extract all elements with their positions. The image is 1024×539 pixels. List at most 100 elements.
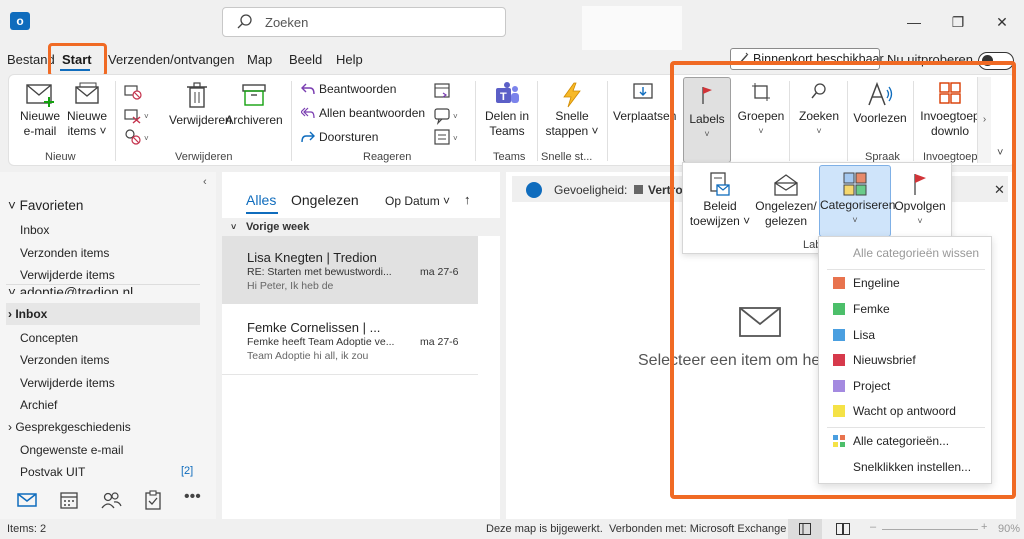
folder-archive[interactable]: Archief	[20, 398, 57, 412]
people-icon[interactable]	[100, 490, 122, 510]
tab-folder[interactable]: Map	[247, 52, 272, 67]
zoom-out-icon[interactable]: –	[870, 521, 876, 533]
tab-send-receive[interactable]: Verzenden/ontvangen	[108, 52, 235, 67]
zoom-level: 90%	[998, 523, 1021, 535]
unread-read-button[interactable]: Ongelezen/ gelezen	[753, 171, 819, 229]
new-items-label-1: Nieuwe	[66, 109, 108, 123]
ignore-icon[interactable]	[123, 81, 151, 101]
labels-button[interactable]: Labels ˅	[683, 77, 731, 163]
junk-icon[interactable]: ˅	[123, 127, 151, 147]
category-swatch	[833, 405, 845, 417]
try-now-toggle[interactable]	[978, 52, 1014, 70]
close-sensitivity-icon[interactable]: ✕	[994, 182, 1005, 198]
minimize-button[interactable]: —	[906, 14, 922, 30]
history-label: Gesprekgeschiedenis	[15, 420, 131, 434]
archive-icon	[242, 84, 266, 106]
category-label: Nieuwsbrief	[853, 353, 916, 367]
folder-inbox[interactable]: › Inbox	[8, 307, 47, 321]
reply-all-button[interactable]: Allen beantwoorden	[301, 103, 425, 123]
cleanup-icon[interactable]: ˅	[123, 105, 151, 125]
folder-fav-deleted[interactable]: Verwijderde items	[20, 268, 115, 282]
folder-drafts[interactable]: Concepten	[20, 331, 78, 345]
sort-by-date-dropdown[interactable]: Op Datum ˅	[385, 194, 450, 208]
folder-fav-sent[interactable]: Verzonden items	[20, 246, 109, 260]
new-items-button[interactable]: Nieuwe items ˅	[65, 81, 109, 139]
folder-deleted[interactable]: Verwijderde items	[20, 376, 115, 390]
folder-outbox[interactable]: Postvak UIT	[20, 465, 85, 479]
close-window-button[interactable]: ✕	[994, 14, 1010, 30]
assign-policy-button[interactable]: Beleid toewijzen ˅	[687, 171, 753, 229]
category-item-lisa[interactable]: Lisa	[819, 323, 991, 347]
category-item-nieuwsbrief[interactable]: Nieuwsbrief	[819, 348, 991, 372]
coming-soon-button[interactable]: Binnenkort beschikbaar	[730, 48, 884, 70]
reply-all-icon	[301, 107, 315, 119]
message-date: ma 27-6	[420, 266, 459, 278]
archive-button[interactable]: Archiveren	[225, 81, 283, 128]
filter-tab-all[interactable]: Alles	[246, 192, 276, 208]
ribbon-scroll-right[interactable]: ›	[977, 77, 991, 163]
delete-label: Verwijderen	[169, 113, 232, 127]
labels-label: Labels	[689, 112, 725, 126]
reading-view-icon[interactable]	[836, 523, 850, 535]
search-input[interactable]	[265, 13, 495, 31]
groups-button[interactable]: Groepen ˅	[735, 81, 787, 139]
folder-junk[interactable]: Ongewenste e-mail	[20, 443, 123, 457]
share-teams-button[interactable]: T Delen in Teams	[481, 81, 533, 139]
move-button[interactable]: Verplaatsen	[613, 81, 676, 124]
reply-button[interactable]: Beantwoorden	[301, 79, 396, 99]
im-reply-icon[interactable]: ˅	[433, 105, 461, 125]
svg-text:˅: ˅	[144, 112, 149, 121]
restore-button[interactable]: ❐	[950, 14, 966, 30]
sort-direction-arrow-icon[interactable]: ↑	[464, 192, 471, 207]
folder-conversation-history[interactable]: › Gesprekgeschiedenis	[8, 420, 131, 434]
group-label-quick-steps: Snelle st...	[541, 151, 593, 163]
account-header[interactable]: ˅ adoptie@tredion.nl	[8, 285, 133, 294]
clear-all-categories[interactable]: Alle categorieën wissen	[819, 241, 991, 265]
title-blank-area	[582, 6, 682, 50]
group-label: Vorige week	[246, 221, 310, 233]
tasks-icon[interactable]	[142, 490, 164, 510]
more-reply-icon[interactable]: ˅	[433, 127, 461, 147]
mail-icon[interactable]	[16, 490, 38, 510]
category-item-wacht-op-antwoord[interactable]: Wacht op antwoord	[819, 399, 991, 423]
zoom-slider[interactable]	[882, 529, 978, 530]
favorites-header[interactable]: ˅ Favorieten	[8, 198, 83, 213]
read-aloud-button[interactable]: Voorlezen	[851, 81, 909, 126]
tab-help[interactable]: Help	[336, 52, 363, 67]
collapse-pane-icon[interactable]: ‹	[203, 176, 207, 188]
calendar-icon[interactable]	[58, 490, 80, 510]
find-button[interactable]: Zoeken ˅	[793, 81, 845, 139]
filter-tab-unread[interactable]: Ongelezen	[291, 192, 359, 208]
tab-view[interactable]: Beeld	[289, 52, 322, 67]
category-item-femke[interactable]: Femke	[819, 297, 991, 321]
menu-separator	[827, 427, 985, 428]
ribbon-collapse-icon[interactable]: ˅	[997, 147, 1003, 159]
message-item[interactable]: Femke Cornelissen | ... Femke heeft Team…	[222, 306, 478, 374]
followup-button[interactable]: Opvolgen ˅	[891, 171, 949, 229]
zoom-in-icon[interactable]: +	[981, 521, 987, 533]
more-apps-icon[interactable]: •••	[184, 488, 206, 508]
folder-sent[interactable]: Verzonden items	[20, 353, 109, 367]
meeting-icon[interactable]	[433, 81, 461, 101]
categorize-button[interactable]: Categoriseren ˅	[819, 165, 895, 237]
search-box[interactable]	[222, 7, 506, 37]
quick-steps-button[interactable]: Snelle stappen ˅	[543, 81, 601, 139]
category-swatch	[833, 277, 845, 289]
message-sender: Lisa Knegten | Tredion	[247, 250, 377, 265]
ribbon-separator	[115, 81, 116, 161]
addins-button[interactable]: Invoegtoep downlo	[917, 81, 983, 139]
all-categories-icon	[833, 435, 845, 447]
all-categories-item[interactable]: Alle categorieën...	[819, 429, 991, 453]
new-items-label-2: items ˅	[67, 124, 107, 138]
delete-button[interactable]: Verwijderen	[169, 81, 232, 128]
sensitivity-label: Gevoeligheid:	[554, 183, 628, 197]
group-label-new: Nieuw	[45, 151, 76, 163]
category-item-engeline[interactable]: Engeline	[819, 271, 991, 295]
category-item-project[interactable]: Project	[819, 374, 991, 398]
normal-view-button[interactable]	[788, 519, 822, 539]
quick-click-item[interactable]: Snelklikken instellen...	[819, 455, 991, 479]
forward-button[interactable]: Doorsturen	[301, 127, 378, 147]
folder-fav-inbox[interactable]: Inbox	[20, 223, 49, 237]
message-item[interactable]: Lisa Knegten | Tredion RE: Starten met b…	[222, 236, 478, 304]
new-email-button[interactable]: Nieuwe e-mail	[17, 81, 63, 139]
